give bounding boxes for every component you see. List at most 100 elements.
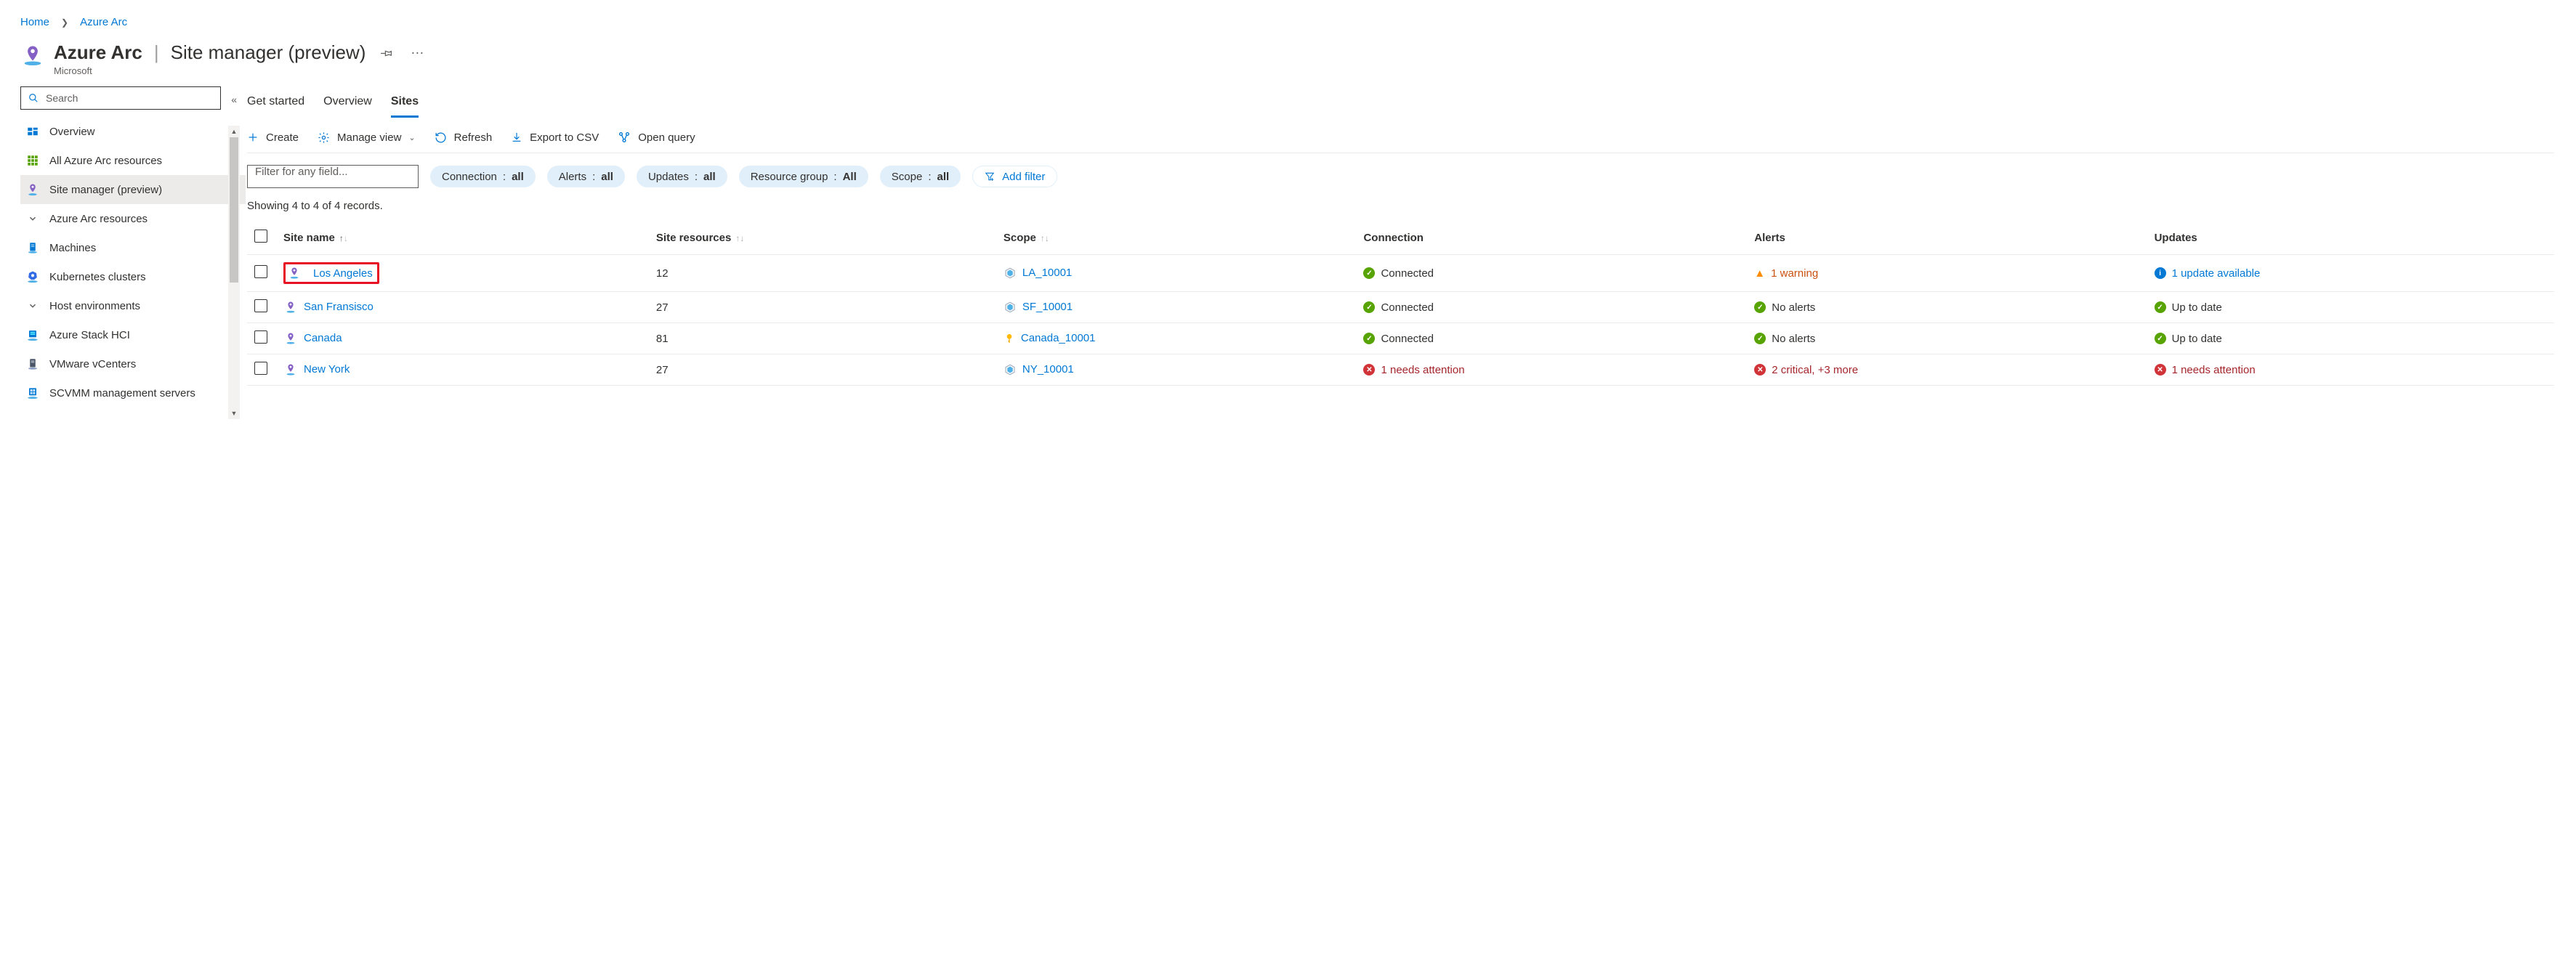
search-icon <box>28 93 39 103</box>
sidebar-item-label: Kubernetes clusters <box>49 271 146 283</box>
breadcrumb-service[interactable]: Azure Arc <box>80 16 127 28</box>
export-button[interactable]: Export to CSV <box>511 131 599 144</box>
open-query-label: Open query <box>638 131 695 144</box>
status-info-icon: i <box>2155 267 2166 279</box>
service-name: Azure Arc <box>54 41 142 64</box>
status-link[interactable]: 1 needs attention <box>1381 364 1464 376</box>
scope-icon <box>1004 332 1015 345</box>
scroll-down-icon[interactable]: ▼ <box>228 407 240 419</box>
col-updates[interactable]: Updates <box>2147 221 2554 255</box>
row-checkbox[interactable] <box>254 299 267 312</box>
col-name[interactable]: Site name↑↓ <box>276 221 649 255</box>
search-placeholder: Search <box>46 92 78 104</box>
sidebar-item-label: Machines <box>49 242 96 254</box>
site-resources: 81 <box>649 323 996 354</box>
group-icon <box>25 301 41 311</box>
highlight-box: Los Angeles <box>283 262 379 284</box>
status-ok-icon: ✓ <box>2155 301 2166 313</box>
status-ok-icon: ✓ <box>1754 301 1766 313</box>
chevron-down-icon: ⌄ <box>408 133 415 142</box>
status-ok-icon: ✓ <box>1363 333 1375 344</box>
scroll-up-icon[interactable]: ▲ <box>228 126 240 137</box>
tabs: Get started Overview Sites <box>247 86 2554 118</box>
status-ok-icon: ✓ <box>1363 301 1375 313</box>
sidebar-item-kubernetes-clusters[interactable]: Kubernetes clusters <box>20 262 246 291</box>
select-all-checkbox[interactable] <box>254 230 267 243</box>
scope-link[interactable]: SF_10001 <box>1022 301 1073 313</box>
sidebar-item-all-azure-arc-resources[interactable]: All Azure Arc resources <box>20 146 246 175</box>
col-resources[interactable]: Site resources↑↓ <box>649 221 996 255</box>
manage-view-button[interactable]: Manage view ⌄ <box>318 131 416 144</box>
tab-sites[interactable]: Sites <box>391 91 419 118</box>
site-link[interactable]: Canada <box>304 332 342 344</box>
scope-link[interactable]: Canada_10001 <box>1021 332 1096 344</box>
scrollbar[interactable]: ▲ ▼ <box>228 126 240 419</box>
add-filter-icon <box>985 171 995 182</box>
page-header: Azure Arc | Site manager (preview) ··· M… <box>0 36 2576 86</box>
site-link[interactable]: Los Angeles <box>313 267 373 280</box>
tab-overview[interactable]: Overview <box>323 91 372 118</box>
sidebar-item-host-environments[interactable]: Host environments <box>20 291 246 320</box>
refresh-button[interactable]: Refresh <box>435 131 493 144</box>
sidebar-item-label: Site manager (preview) <box>49 184 162 196</box>
status-link[interactable]: 2 critical, +3 more <box>1772 364 1858 376</box>
status-text: Connected <box>1381 301 1434 314</box>
sidebar-item-overview[interactable]: Overview <box>20 117 246 146</box>
grid-icon <box>25 154 41 167</box>
status-link[interactable]: 1 warning <box>1771 267 1818 280</box>
search-input[interactable]: Search <box>20 86 221 110</box>
sidebar-item-vmware-vcenters[interactable]: VMware vCenters <box>20 349 246 378</box>
refresh-label: Refresh <box>454 131 493 144</box>
sidebar-item-azure-arc-resources[interactable]: Azure Arc resources <box>20 204 246 233</box>
status-link[interactable]: 1 update available <box>2172 267 2261 280</box>
title-divider: | <box>154 41 159 64</box>
filter-pill-connection[interactable]: Connection : all <box>430 166 536 187</box>
filter-pill-alerts[interactable]: Alerts : all <box>547 166 625 187</box>
scroll-thumb[interactable] <box>230 137 238 283</box>
col-scope[interactable]: Scope↑↓ <box>996 221 1357 255</box>
status-text: Up to date <box>2172 333 2222 345</box>
scvmm-icon <box>25 386 41 400</box>
records-info: Showing 4 to 4 of 4 records. <box>247 194 2554 221</box>
table-row: New York27NY_10001✕1 needs attention✕2 c… <box>247 354 2554 386</box>
sidebar-item-azure-stack-hci[interactable]: Azure Stack HCI <box>20 320 246 349</box>
col-connection[interactable]: Connection <box>1356 221 1747 255</box>
add-filter-button[interactable]: Add filter <box>972 166 1057 187</box>
status-link[interactable]: 1 needs attention <box>2172 364 2256 376</box>
open-query-button[interactable]: Open query <box>618 131 695 144</box>
breadcrumb-home[interactable]: Home <box>20 16 49 28</box>
site-link[interactable]: San Fransisco <box>304 301 374 313</box>
page-title: Site manager (preview) <box>171 41 366 64</box>
scope-link[interactable]: LA_10001 <box>1022 267 1072 279</box>
pin-icon[interactable] <box>377 44 396 62</box>
sidebar-item-label: Azure Arc resources <box>49 213 148 225</box>
filter-pill-updates[interactable]: Updates : all <box>637 166 727 187</box>
collapse-sidebar-icon[interactable]: « <box>231 94 237 105</box>
site-link[interactable]: New York <box>304 363 350 376</box>
row-checkbox[interactable] <box>254 362 267 375</box>
refresh-icon <box>435 131 447 144</box>
nav-list: OverviewAll Azure Arc resources Site mana… <box>20 117 246 407</box>
sidebar-item-scvmm-management-servers[interactable]: SCVMM management servers <box>20 378 246 407</box>
create-button[interactable]: Create <box>247 131 299 144</box>
sort-icon: ↑↓ <box>1041 233 1049 243</box>
status-ok-icon: ✓ <box>1754 333 1766 344</box>
table-row: Canada81Canada_10001✓Connected✓No alerts… <box>247 323 2554 354</box>
sidebar-item-machines[interactable]: Machines <box>20 233 246 262</box>
filter-input[interactable]: Filter for any field... <box>247 165 419 188</box>
scope-icon <box>1004 267 1017 280</box>
filter-pill-scope[interactable]: Scope : all <box>880 166 961 187</box>
filter-pill-resource-group[interactable]: Resource group : All <box>739 166 868 187</box>
more-icon[interactable]: ··· <box>408 42 427 63</box>
add-filter-label: Add filter <box>1002 171 1045 183</box>
sidebar-item-label: SCVMM management servers <box>49 387 195 399</box>
tab-get-started[interactable]: Get started <box>247 91 304 118</box>
sidebar: Search « OverviewAll Azure Arc resources… <box>0 86 240 415</box>
row-checkbox[interactable] <box>254 330 267 344</box>
row-checkbox[interactable] <box>254 265 267 278</box>
col-alerts[interactable]: Alerts <box>1747 221 2147 255</box>
scope-link[interactable]: NY_10001 <box>1022 363 1074 376</box>
export-label: Export to CSV <box>530 131 599 144</box>
site-resources: 27 <box>649 292 996 323</box>
sidebar-item-site-manager-preview-[interactable]: Site manager (preview) <box>20 175 246 204</box>
